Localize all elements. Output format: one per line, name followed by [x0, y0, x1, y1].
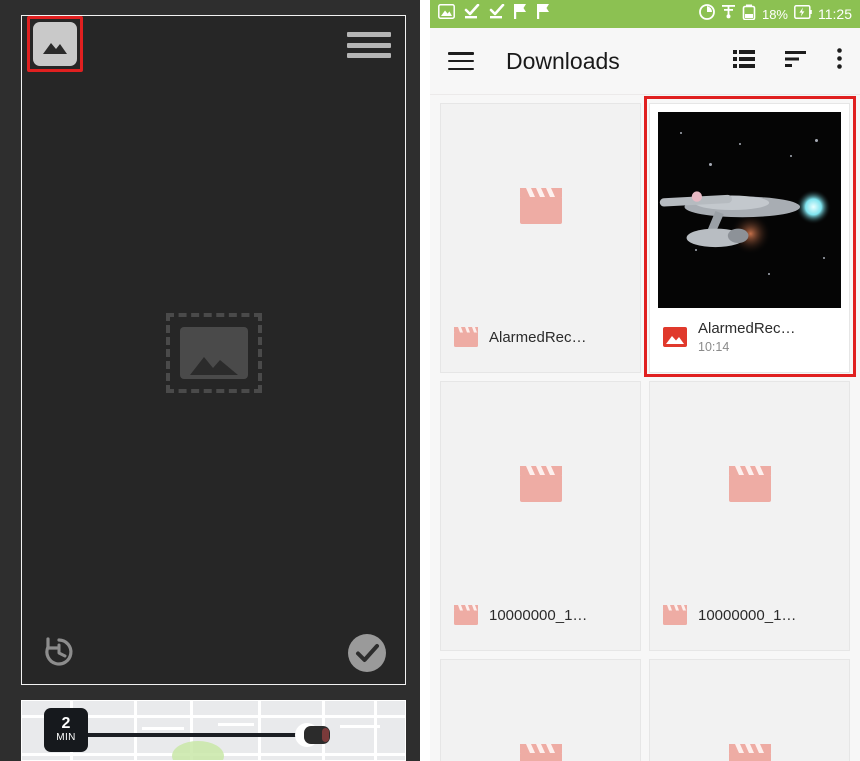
- car-icon: [294, 722, 334, 748]
- check-circle-icon[interactable]: [346, 632, 388, 674]
- photo-editor-window: [21, 15, 406, 685]
- downloads-app-bar: Downloads: [430, 28, 860, 95]
- placeholder-image-glyph: [179, 327, 248, 379]
- overflow-menu-icon[interactable]: [837, 48, 842, 74]
- photo-status-icon: [438, 4, 455, 24]
- android-status-bar: 18% 11:25: [430, 0, 860, 28]
- status-notification-icons: [438, 3, 551, 25]
- card-thumbnail: [441, 660, 640, 761]
- app-bar-actions: [733, 48, 842, 74]
- hamburger-bar: [347, 42, 391, 48]
- card-text-block: 10000000_1…: [698, 607, 796, 624]
- card-caption: 10000000_1…: [650, 586, 849, 650]
- card-timestamp: 10:14: [698, 340, 730, 354]
- card-caption: AlarmedRec…: [441, 308, 640, 372]
- image-icon: [662, 326, 688, 348]
- download-card[interactable]: 10000000_1…: [649, 381, 850, 651]
- card-title: AlarmedRec…: [489, 328, 587, 346]
- card-thumbnail: [441, 104, 640, 308]
- card-caption: 10000000_1…: [441, 586, 640, 650]
- hamburger-bar: [347, 32, 391, 37]
- clapperboard-icon: [727, 464, 773, 504]
- card-thumbnail: [650, 382, 849, 586]
- download-card[interactable]: [649, 659, 850, 761]
- image-placeholder-icon: [165, 313, 262, 393]
- card-thumbnail: [650, 104, 849, 308]
- status-clock: 11:25: [818, 6, 852, 22]
- page-title: Downloads: [506, 47, 620, 74]
- card-text-block: AlarmedRec… 10:14: [698, 320, 796, 354]
- downloads-app-panel: 18% 11:25 Downloads AlarmedRec… AlarmedR…: [430, 0, 860, 761]
- clapperboard-icon: [453, 604, 479, 626]
- left-phone-panel: 2 MIN: [0, 0, 420, 761]
- download-card-selected[interactable]: AlarmedRec… 10:14: [649, 103, 850, 373]
- card-thumbnail: [441, 382, 640, 586]
- editor-topbar: [22, 16, 405, 84]
- hamburger-bar: [448, 59, 474, 63]
- map-route-line: [78, 733, 308, 737]
- card-title: 10000000_1…: [698, 606, 797, 624]
- sort-icon[interactable]: [785, 50, 807, 73]
- clapperboard-icon: [727, 742, 773, 761]
- clapperboard-icon: [453, 326, 479, 348]
- download-complete-icon: [488, 3, 505, 25]
- hamburger-menu-icon[interactable]: [347, 32, 391, 58]
- editor-bottombar: [22, 622, 405, 684]
- sync-icon: [699, 3, 715, 25]
- battery-percent: 18%: [761, 6, 788, 22]
- card-title: 10000000_1…: [489, 606, 588, 624]
- editor-canvas[interactable]: [22, 84, 405, 622]
- downloads-grid: AlarmedRec… AlarmedRec… 10:14 10000000_1…: [430, 95, 860, 761]
- hamburger-bar: [347, 53, 391, 58]
- card-text-block: 10000000_1…: [489, 607, 587, 624]
- clapperboard-icon: [518, 464, 564, 504]
- clapperboard-icon: [662, 604, 688, 626]
- download-card[interactable]: AlarmedRec…: [440, 103, 641, 373]
- gallery-icon[interactable]: [33, 22, 77, 66]
- battery-icon: [742, 4, 756, 25]
- hamburger-bar: [448, 67, 474, 70]
- card-text-block: AlarmedRec…: [489, 329, 587, 346]
- card-caption: AlarmedRec… 10:14: [650, 308, 849, 372]
- charging-icon: [794, 4, 812, 24]
- wifi-icon: [721, 4, 736, 24]
- download-card[interactable]: 10000000_1…: [440, 381, 641, 651]
- card-title: AlarmedRec…: [698, 320, 796, 337]
- eta-badge: 2 MIN: [44, 708, 88, 752]
- history-restore-icon[interactable]: [39, 632, 79, 672]
- clapperboard-icon: [518, 742, 564, 761]
- map-eta-widget[interactable]: 2 MIN: [21, 700, 406, 761]
- download-flag-icon: [536, 3, 551, 25]
- hamburger-menu-icon[interactable]: [448, 52, 474, 70]
- download-complete-icon: [463, 3, 480, 25]
- clapperboard-icon: [518, 186, 564, 226]
- card-thumbnail: [650, 660, 849, 761]
- eta-value: 2: [61, 715, 71, 733]
- download-card[interactable]: [440, 659, 641, 761]
- screenshot-root: 2 MIN 18% 11:25 Downloads AlarmedRec… Al…: [0, 0, 860, 761]
- list-view-icon[interactable]: [733, 49, 755, 74]
- eta-unit: MIN: [56, 732, 76, 744]
- starship-photo: [658, 112, 841, 308]
- status-system-icons: 18% 11:25: [699, 3, 852, 25]
- hamburger-bar: [448, 52, 474, 55]
- download-flag-icon: [513, 3, 528, 25]
